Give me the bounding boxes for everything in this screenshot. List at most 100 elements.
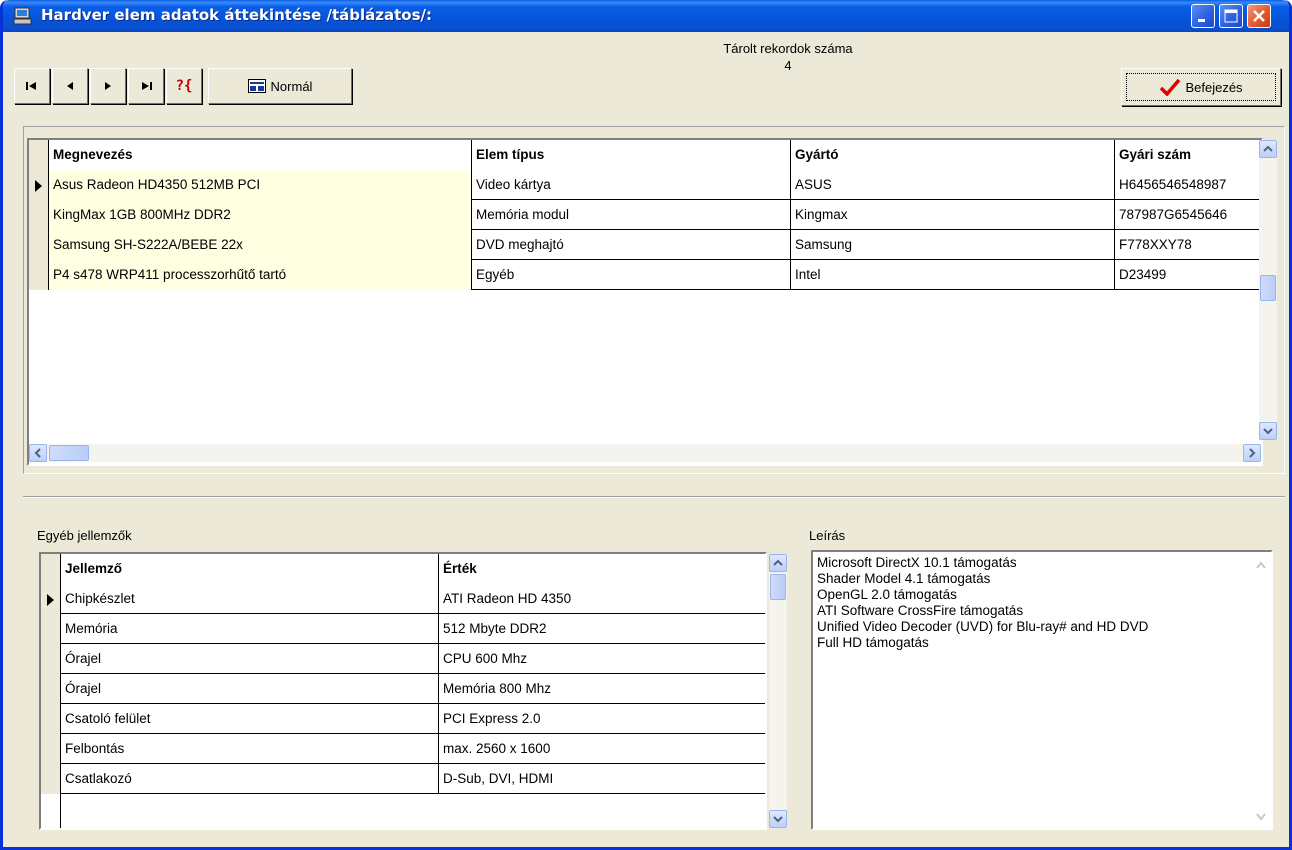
- cell-name[interactable]: Samsung SH-S222A/BEBE 22x: [49, 230, 472, 260]
- scroll-up-button[interactable]: [769, 554, 787, 572]
- description-textarea[interactable]: Microsoft DirectX 10.1 támogatás Shader …: [811, 550, 1273, 830]
- header-property[interactable]: Jellemző: [61, 554, 439, 584]
- table-row[interactable]: Chipkészlet ATI Radeon HD 4350: [41, 584, 765, 614]
- hscroll-thumb[interactable]: [49, 445, 89, 461]
- cell-serial[interactable]: H6456546548987: [1115, 170, 1261, 200]
- cell-serial[interactable]: D23499: [1115, 260, 1261, 290]
- row-selector[interactable]: [41, 584, 61, 614]
- scroll-left-button[interactable]: [29, 444, 47, 462]
- header-type[interactable]: Elem típus: [472, 140, 791, 170]
- minimize-button[interactable]: [1191, 4, 1215, 28]
- table-row[interactable]: KingMax 1GB 800MHz DDR2 Memória modul Ki…: [29, 200, 1261, 230]
- table-row[interactable]: P4 s478 WRP411 processzorhűtő tartó Egyé…: [29, 260, 1261, 290]
- table-row[interactable]: Memória 512 Mbyte DDR2: [41, 614, 765, 644]
- cell-property[interactable]: Chipkészlet: [61, 584, 439, 614]
- props-vscrollbar[interactable]: [769, 554, 787, 828]
- description-line: Unified Video Decoder (UVD) for Blu-ray#…: [817, 619, 1149, 634]
- cell-manufacturer[interactable]: Intel: [791, 260, 1115, 290]
- close-icon: [1253, 10, 1265, 22]
- cell-name[interactable]: P4 s478 WRP411 processzorhűtő tartó: [49, 260, 472, 290]
- cell-value[interactable]: CPU 600 Mhz: [439, 644, 765, 674]
- main-table-vscrollbar[interactable]: [1259, 140, 1277, 440]
- description-line: Shader Model 4.1 támogatás: [817, 571, 991, 586]
- chevron-down-icon: [1256, 813, 1266, 821]
- cell-serial[interactable]: F778XXY78: [1115, 230, 1261, 260]
- table-row[interactable]: Órajel Memória 800 Mhz: [41, 674, 765, 704]
- cell-manufacturer[interactable]: Samsung: [791, 230, 1115, 260]
- table-row[interactable]: Felbontás max. 2560 x 1600: [41, 734, 765, 764]
- table-row[interactable]: Órajel CPU 600 Mhz: [41, 644, 765, 674]
- finish-button[interactable]: Befejezés: [1121, 68, 1281, 106]
- current-row-icon: [47, 594, 54, 606]
- chevron-right-icon: [1249, 448, 1256, 458]
- row-selector[interactable]: [41, 614, 61, 644]
- row-selector[interactable]: [29, 200, 49, 230]
- description-line: ATI Software CrossFire támogatás: [817, 603, 1024, 618]
- row-selector[interactable]: [29, 230, 49, 260]
- first-record-button[interactable]: [14, 68, 50, 104]
- cell-value[interactable]: 512 Mbyte DDR2: [439, 614, 765, 644]
- cell-value[interactable]: max. 2560 x 1600: [439, 734, 765, 764]
- row-selector[interactable]: [41, 704, 61, 734]
- app-window: Hardver elem adatok áttekintése /tábláza…: [0, 0, 1292, 850]
- cell-value[interactable]: Memória 800 Mhz: [439, 674, 765, 704]
- vscroll-thumb[interactable]: [1260, 275, 1276, 301]
- header-value[interactable]: Érték: [439, 554, 765, 584]
- cell-property[interactable]: Órajel: [61, 644, 439, 674]
- computer-icon: [13, 6, 33, 26]
- cell-property[interactable]: Csatoló felület: [61, 704, 439, 734]
- row-selector[interactable]: [41, 674, 61, 704]
- row-selector[interactable]: [41, 644, 61, 674]
- row-selector[interactable]: [41, 764, 61, 794]
- main-table[interactable]: Megnevezés Elem típus Gyártó Gyári szám …: [27, 138, 1263, 466]
- header-manufacturer[interactable]: Gyártó: [791, 140, 1115, 170]
- header-serial[interactable]: Gyári szám: [1115, 140, 1261, 170]
- header-name[interactable]: Megnevezés: [49, 140, 472, 170]
- table-row[interactable]: Samsung SH-S222A/BEBE 22x DVD meghajtó S…: [29, 230, 1261, 260]
- cell-value[interactable]: D-Sub, DVI, HDMI: [439, 764, 765, 794]
- search-button[interactable]: ?{: [166, 68, 202, 104]
- maximize-button[interactable]: [1219, 4, 1243, 28]
- row-selector[interactable]: [29, 170, 49, 200]
- next-record-button[interactable]: [90, 68, 126, 104]
- search-icon: ?{: [175, 78, 193, 94]
- cell-property[interactable]: Felbontás: [61, 734, 439, 764]
- title-bar[interactable]: Hardver elem adatok áttekintése /tábláza…: [3, 0, 1289, 32]
- cell-manufacturer[interactable]: Kingmax: [791, 200, 1115, 230]
- description-line: Microsoft DirectX 10.1 támogatás: [817, 555, 1017, 570]
- scroll-down-button[interactable]: [1259, 422, 1277, 440]
- window-title: Hardver elem adatok áttekintése /tábláza…: [41, 6, 432, 24]
- prev-record-button[interactable]: [52, 68, 88, 104]
- close-button[interactable]: [1247, 4, 1271, 28]
- scroll-up-button[interactable]: [1259, 140, 1277, 158]
- scroll-right-button[interactable]: [1243, 444, 1261, 462]
- cell-name[interactable]: KingMax 1GB 800MHz DDR2: [49, 200, 472, 230]
- last-record-icon: [142, 82, 152, 90]
- maximize-icon: [1224, 9, 1238, 23]
- cell-value[interactable]: ATI Radeon HD 4350: [439, 584, 765, 614]
- cell-property[interactable]: Csatlakozó: [61, 764, 439, 794]
- cell-property[interactable]: Órajel: [61, 674, 439, 704]
- cell-type[interactable]: Egyéb: [472, 260, 791, 290]
- main-table-hscrollbar[interactable]: [29, 444, 1261, 462]
- cell-manufacturer[interactable]: ASUS: [791, 170, 1115, 200]
- vscroll-thumb[interactable]: [770, 574, 786, 600]
- cell-name[interactable]: Asus Radeon HD4350 512MB PCI: [49, 170, 472, 200]
- table-row[interactable]: Csatoló felület PCI Express 2.0: [41, 704, 765, 734]
- cell-type[interactable]: Memória modul: [472, 200, 791, 230]
- props-table[interactable]: Jellemző Érték Chipkészlet ATI Radeon HD…: [39, 552, 767, 830]
- last-record-button[interactable]: [128, 68, 164, 104]
- normal-view-button[interactable]: Normál: [208, 68, 352, 104]
- minimize-icon: [1198, 19, 1205, 22]
- section-divider: [23, 496, 1285, 498]
- cell-type[interactable]: DVD meghajtó: [472, 230, 791, 260]
- cell-type[interactable]: Video kártya: [472, 170, 791, 200]
- table-row[interactable]: Asus Radeon HD4350 512MB PCI Video kárty…: [29, 170, 1261, 200]
- row-selector[interactable]: [29, 260, 49, 290]
- cell-property[interactable]: Memória: [61, 614, 439, 644]
- scroll-down-button[interactable]: [769, 810, 787, 828]
- cell-serial[interactable]: 787987G6545646: [1115, 200, 1261, 230]
- cell-value[interactable]: PCI Express 2.0: [439, 704, 765, 734]
- table-row[interactable]: Csatlakozó D-Sub, DVI, HDMI: [41, 764, 765, 794]
- row-selector[interactable]: [41, 734, 61, 764]
